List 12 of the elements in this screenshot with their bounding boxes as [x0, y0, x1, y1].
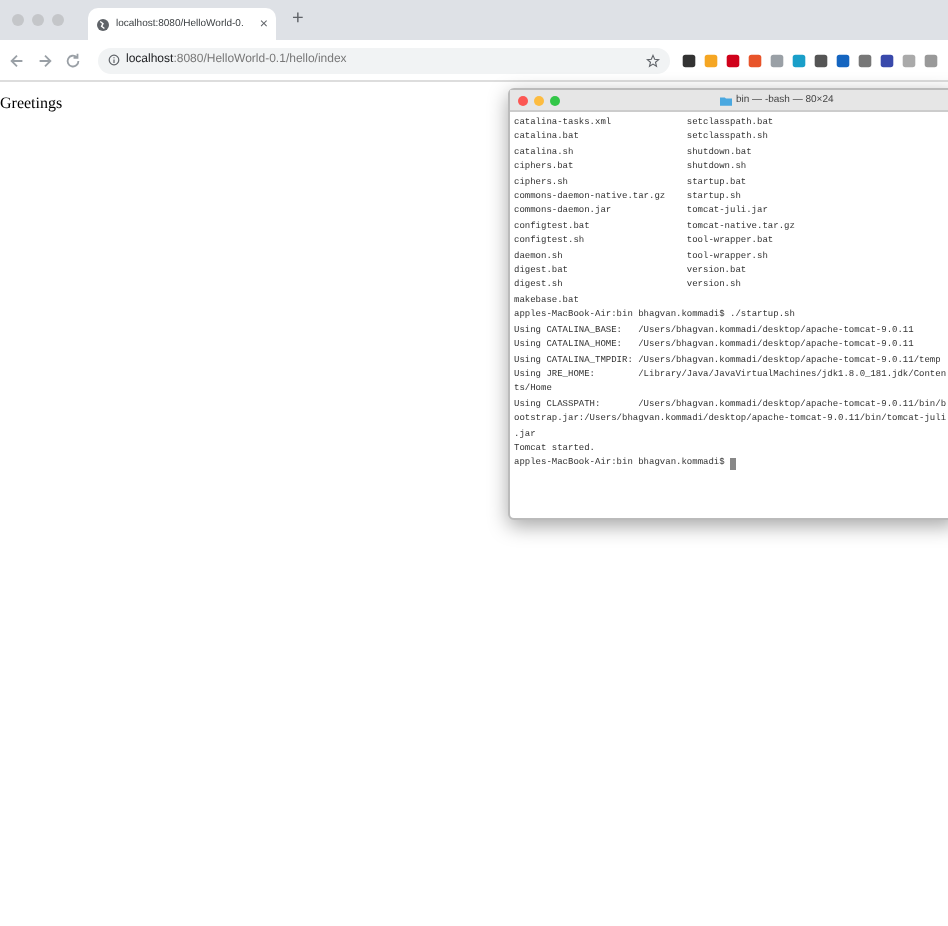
close-button[interactable] [518, 95, 528, 105]
globe-icon [96, 17, 110, 31]
page-text: Greetings [0, 92, 63, 112]
new-tab-button[interactable]: + [276, 6, 304, 40]
reload-icon[interactable] [64, 51, 82, 69]
folder-icon [720, 95, 732, 105]
star-icon[interactable] [646, 53, 660, 67]
info-icon [108, 54, 120, 66]
forward-icon[interactable] [36, 51, 54, 69]
zoom-button[interactable] [550, 95, 560, 105]
back-icon[interactable] [8, 51, 26, 69]
cursor-icon [730, 458, 737, 471]
